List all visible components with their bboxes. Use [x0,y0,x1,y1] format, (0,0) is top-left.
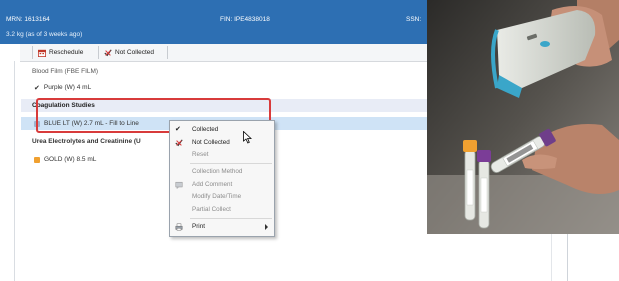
menu-item-reset[interactable]: Reset [170,149,274,160]
patient-weight: 3.2 kg (as of 3 weeks ago) [6,31,83,38]
menu-item-modify-date-time[interactable]: Modify Date/Time [170,191,274,202]
menu-item-print[interactable]: Print [170,221,274,232]
specimen-row-purple[interactable]: ✔ Purple (W) 4 mL [21,81,434,94]
submenu-arrow-icon [265,224,268,230]
mouse-cursor-icon [243,131,252,144]
ssn-label: SSN: [406,16,422,23]
menu-item-partial-collect[interactable]: Partial Collect [170,204,274,215]
checkmark-icon: ✔ [175,126,181,133]
left-pane-border [14,61,15,281]
collection-toolbar: Reschedule Not Collected [20,44,428,62]
reschedule-icon [38,49,46,57]
menu-item-label: Print [192,223,205,230]
fin-label: FIN: IPE4838018 [220,16,270,23]
menu-separator [190,218,272,219]
menu-item-label: Partial Collect [192,206,231,213]
print-icon [175,223,183,231]
not-collected-button[interactable]: Not Collected [104,47,154,58]
toolbar-divider [32,46,33,59]
menu-item-label: Add Comment [192,181,233,188]
menu-item-add-comment[interactable]: Add Comment [170,179,274,190]
pane-divider [567,234,568,281]
toolbar-divider [98,46,99,59]
order-group-label: Urea Electrolytes and Creatinine (U [32,138,141,145]
scanner-scene-image [427,0,619,234]
pane-divider [551,234,552,281]
specimen-label: Purple (W) 4 mL [43,84,92,91]
menu-item-label: Not Collected [192,139,230,146]
checkmark-icon: ✔ [34,84,40,92]
toolbar-divider [167,46,168,59]
not-collected-icon [175,139,183,147]
order-group-blood-film[interactable]: Blood Film (FBE FILM) [21,65,432,78]
menu-item-label: Collection Method [192,168,243,175]
menu-item-not-collected[interactable]: Not Collected [170,137,274,148]
mrn-label: MRN: 1613164 [6,16,50,23]
not-collected-icon [104,48,112,56]
menu-separator [190,163,272,164]
not-collected-label: Not Collected [115,49,155,56]
tube-icon [34,156,40,163]
patient-banner-row: MRN: 1613164 FIN: IPE4838018 SSN: [6,16,422,26]
menu-item-label: Reset [192,151,209,158]
reschedule-button[interactable]: Reschedule [38,47,83,58]
barcode-scanner-photo [427,0,619,234]
menu-item-label: Collected [192,126,219,133]
specimen-collection-window: MRN: 1613164 FIN: IPE4838018 SSN: 3.2 kg… [0,0,434,281]
patient-banner: MRN: 1613164 FIN: IPE4838018 SSN: 3.2 kg… [0,0,428,44]
specimen-label: GOLD (W) 8.5 mL [44,156,97,163]
menu-item-label: Modify Date/Time [192,193,242,200]
context-menu: ✔ Collected Not Collected Reset Collecti… [169,120,275,237]
menu-item-collection-method[interactable]: Collection Method [170,166,274,177]
reschedule-label: Reschedule [49,49,84,56]
add-comment-icon [175,181,183,189]
menu-item-collected[interactable]: ✔ Collected [170,124,274,135]
order-group-label: Blood Film (FBE FILM) [32,68,99,75]
